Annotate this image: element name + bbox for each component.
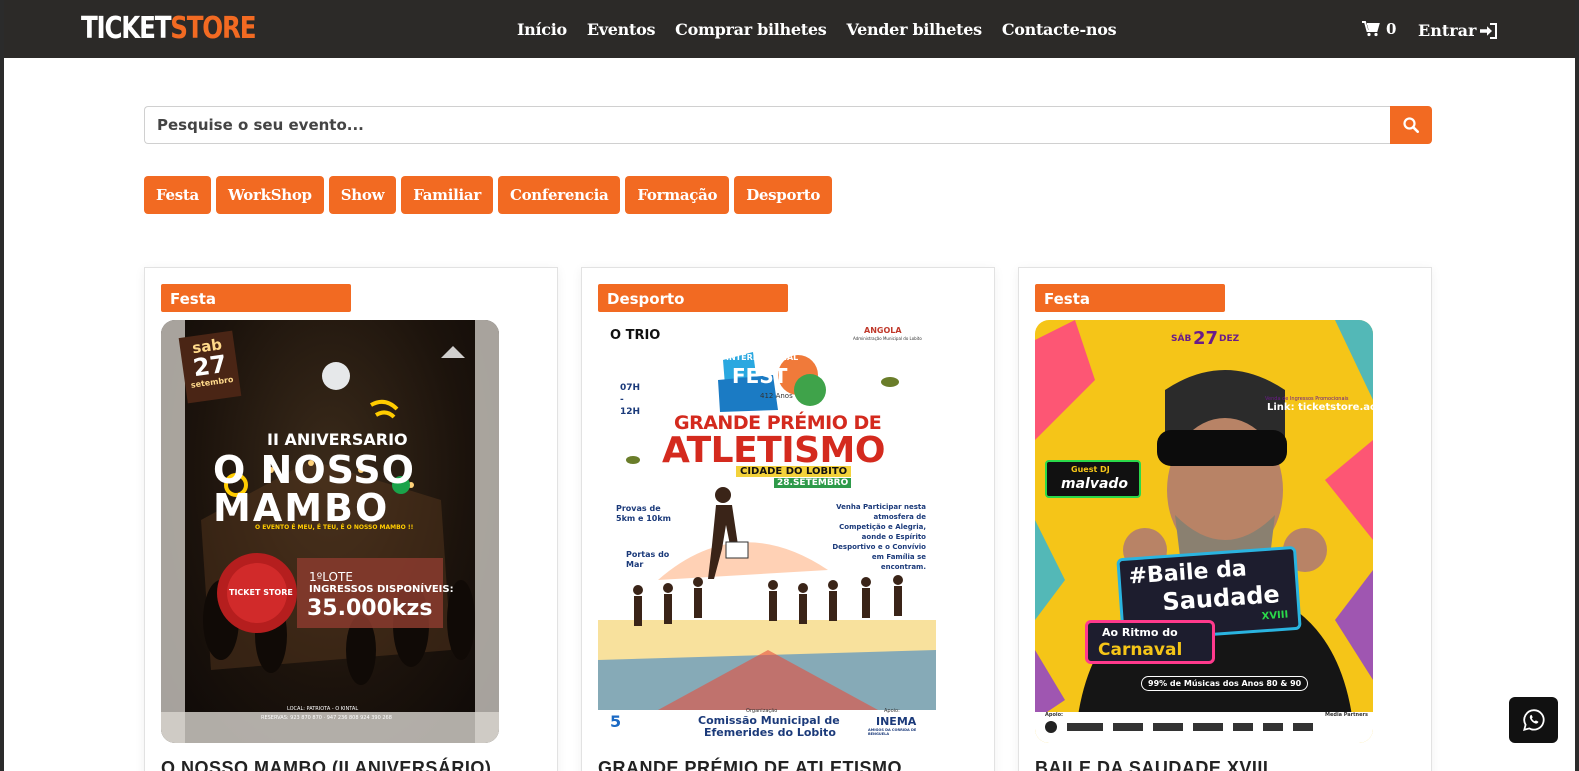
poster-reservas: RESERVAS: 923 870 870 · 947 236 808 924 … [261, 715, 392, 721]
poster-line1: II ANIVERSARIO [267, 430, 408, 449]
nav-link-vender[interactable]: Vender bilhetes [846, 20, 982, 39]
search-button[interactable] [1390, 106, 1432, 144]
poster-inema-sub: AMIGOS DA CORRIDA DE BENGUELA [868, 728, 917, 736]
logo-part2: STORE [170, 11, 256, 46]
poster-ritmo-box: Ao Ritmo do Carnaval [1085, 620, 1215, 664]
poster-tagline: O EVENTO É MEU, É TEU, É O NOSSO MAMBO !… [255, 524, 414, 531]
event-poster[interactable]: O TRIO LOBITO INTERNATIONAL FEST 412 Ano… [598, 320, 936, 743]
poster-ritmo: Ao Ritmo do [1102, 626, 1178, 639]
event-poster[interactable]: sab 27 setembro II ANIVERSARIO O NOSSO M… [161, 320, 499, 743]
event-card[interactable]: Desporto O TRIO LOBITO INTERNATIONAL FES… [581, 267, 995, 771]
poster-desc: Venha Participar nesta atmosfera de Comp… [832, 503, 926, 571]
event-category-badge: Festa [161, 284, 351, 312]
event-category-badge: Desporto [598, 284, 788, 312]
poster-link: Link: ticketstore.ao [1267, 402, 1373, 413]
whatsapp-icon [1522, 709, 1545, 731]
poster-inema: INEMA [876, 715, 917, 728]
category-button-desporto[interactable]: Desporto [734, 176, 833, 214]
poster-fest1: LOBITO [728, 336, 782, 351]
cart-icon [1362, 21, 1380, 37]
poster-top-left: O TRIO [610, 328, 661, 343]
logo[interactable]: TICKETSTORE [81, 11, 257, 47]
poster-provas: Provas de 5km e 10km [616, 504, 672, 523]
poster-apoio: Apoio: [1045, 712, 1064, 718]
poster-date-num: 27 [1193, 328, 1219, 349]
event-card[interactable]: Festa SÁB 27 DEZ Venda de Ingressos Prom [1018, 267, 1432, 771]
event-title[interactable]: GRANDE PRÉMIO DE ATLETISMO [598, 758, 902, 771]
category-button-formacao[interactable]: Formação [625, 176, 730, 214]
poster-sponsor-logos [1045, 720, 1363, 734]
poster-guest1: Guest DJ [1071, 465, 1110, 474]
poster-date-pre: SÁB [1171, 334, 1192, 344]
event-title[interactable]: BAILE DA SAUDADE XVIII [1035, 758, 1268, 771]
poster-admin: Administração Municipal do Lobito [853, 336, 922, 341]
poster-date-month: DEZ [1219, 334, 1240, 344]
search-bar [144, 106, 1432, 144]
login-button[interactable]: Entrar [1418, 21, 1498, 40]
poster-fest2: INTERNATIONAL [726, 353, 799, 362]
poster-price: 35.000kzs [307, 596, 433, 621]
poster-lote: 1ºLOTE [309, 570, 353, 584]
poster-local: LOCAL: PATRIOTA - O KINTAL [287, 706, 359, 712]
cart-button[interactable]: 0 [1362, 20, 1396, 38]
poster-edicao: XVIII [1261, 609, 1289, 623]
search-icon [1403, 117, 1419, 133]
poster-data: 28.SETEMBRO [774, 478, 852, 488]
poster-50-logo: 5 [610, 712, 622, 731]
cart-count: 0 [1386, 20, 1397, 38]
category-button-festa[interactable]: Festa [144, 176, 211, 214]
poster-carnaval: Carnaval [1098, 640, 1183, 660]
login-label: Entrar [1418, 21, 1477, 40]
poster-musicas: 99% de Músicas dos Anos 80 & 90 [1141, 676, 1309, 691]
whatsapp-button[interactable] [1509, 697, 1558, 743]
event-title[interactable]: O NOSSO MAMBO (II ANIVERSÁRIO) [161, 758, 491, 771]
event-card[interactable]: Festa sab 27 setembro II ANIVERSARIO O N… [144, 267, 558, 771]
nav-link-contacte[interactable]: Contacte-nos [1002, 20, 1117, 39]
navbar: TICKETSTORE Início Eventos Comprar bilhe… [4, 0, 1575, 58]
poster-guest-box: Guest DJ malvado [1045, 460, 1141, 498]
poster-media: Media Partners [1325, 712, 1368, 718]
poster-guest2: malvado [1061, 476, 1129, 492]
poster-local: Portas do Mar [626, 550, 670, 569]
nav-link-comprar[interactable]: Comprar bilhetes [675, 20, 827, 39]
nav-link-inicio[interactable]: Início [517, 20, 567, 39]
category-button-conferencia[interactable]: Conferencia [497, 176, 621, 214]
category-button-familiar[interactable]: Familiar [401, 176, 493, 214]
poster-fest3: FEST [732, 364, 788, 388]
main-nav: Início Eventos Comprar bilhetes Vender b… [517, 20, 1136, 39]
poster-ingressos: INGRESSOS DISPONÍVEIS: [309, 584, 454, 595]
nav-link-eventos[interactable]: Eventos [587, 20, 656, 39]
poster-apoio: Apoio: [884, 708, 900, 714]
category-button-show[interactable]: Show [328, 176, 397, 214]
event-category-badge: Festa [1035, 284, 1225, 312]
poster-seal: TICKET STORE [229, 588, 293, 597]
category-button-workshop[interactable]: WorkShop [215, 176, 324, 214]
logo-part1: TICKET [81, 11, 171, 46]
poster-cidade: CIDADE DO LOBITO [736, 466, 852, 477]
poster-date-badge: sab 27 setembro [178, 330, 242, 404]
poster-comissao2: Efemerides do Lobito [704, 726, 836, 739]
category-filters: Festa WorkShop Show Familiar Conferencia… [144, 176, 833, 214]
poster-atletismo: ATLETISMO [662, 430, 885, 471]
poster-angola: ANGOLA [864, 326, 902, 335]
search-input[interactable] [144, 106, 1390, 144]
event-poster[interactable]: SÁB 27 DEZ Venda de Ingressos Promociona… [1035, 320, 1373, 743]
page: TICKETSTORE Início Eventos Comprar bilhe… [0, 0, 1579, 771]
poster-time: 07H - 12H [620, 383, 641, 417]
sign-in-icon [1480, 22, 1498, 39]
poster-anos: 412 Anos [760, 392, 793, 400]
